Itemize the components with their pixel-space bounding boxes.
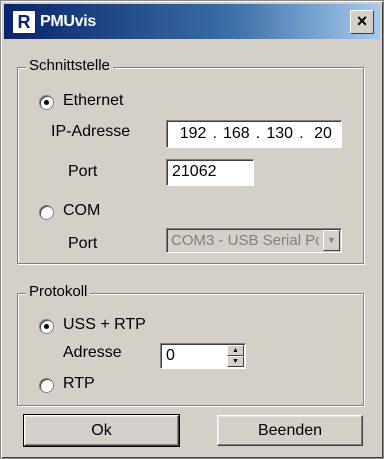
ip-address-label: IP-Adresse (51, 123, 131, 140)
com-port-select[interactable]: COM3 - USB Serial Pc ▼ (166, 228, 342, 253)
title-bar[interactable]: R PMUvis × (4, 4, 380, 39)
app-icon: R (12, 10, 36, 34)
com-port-value: COM3 - USB Serial Pc (171, 232, 319, 249)
ip-octet-1[interactable]: 192 (175, 122, 211, 146)
ethernet-port-field[interactable]: 21062 (166, 159, 254, 186)
ip-address-field[interactable]: 192 . 168 . 130 . 20 (166, 120, 342, 148)
com-radio[interactable] (39, 205, 54, 220)
window-title: PMUvis (40, 13, 96, 30)
ethernet-port-label: Port (68, 163, 98, 180)
protocol-group: Protokoll USS + RTP Adresse 0 ▲ ▼ RTP (17, 283, 364, 406)
uss-rtp-radio[interactable] (39, 319, 54, 334)
close-button[interactable]: × (350, 10, 374, 34)
chevron-down-icon[interactable]: ▼ (323, 230, 340, 251)
interface-group-title: Schnittstelle (26, 57, 113, 74)
ok-button[interactable]: Ok (23, 414, 180, 447)
address-label: Adresse (63, 344, 122, 361)
ip-dot: . (299, 125, 304, 142)
address-stepper[interactable]: 0 ▲ ▼ (160, 343, 246, 369)
com-port-label: Port (68, 235, 98, 252)
address-value: 0 (166, 347, 175, 364)
close-icon: × (356, 11, 368, 31)
ip-dot: . (255, 125, 261, 142)
spin-buttons: ▲ ▼ (227, 345, 244, 367)
interface-group: Schnittstelle Ethernet IP-Adresse 192 . … (17, 57, 364, 264)
uss-rtp-label[interactable]: USS + RTP (63, 316, 146, 334)
ip-octet-3[interactable]: 130 (262, 122, 298, 146)
pmuvis-dialog: R PMUvis × Schnittstelle Ethernet IP-Adr… (0, 0, 384, 459)
ip-octet-2[interactable]: 168 (218, 122, 254, 146)
ethernet-label[interactable]: Ethernet (63, 92, 123, 110)
spin-down-icon[interactable]: ▼ (227, 356, 244, 367)
com-label[interactable]: COM (63, 202, 100, 220)
protocol-group-title: Protokoll (26, 283, 91, 300)
spin-up-icon[interactable]: ▲ (227, 345, 244, 356)
ethernet-radio[interactable] (39, 95, 54, 110)
quit-button[interactable]: Beenden (217, 415, 363, 446)
rtp-label[interactable]: RTP (63, 375, 95, 393)
ip-dot: . (212, 125, 217, 142)
ip-octet-4[interactable]: 20 (305, 122, 341, 146)
rtp-radio[interactable] (39, 378, 54, 393)
